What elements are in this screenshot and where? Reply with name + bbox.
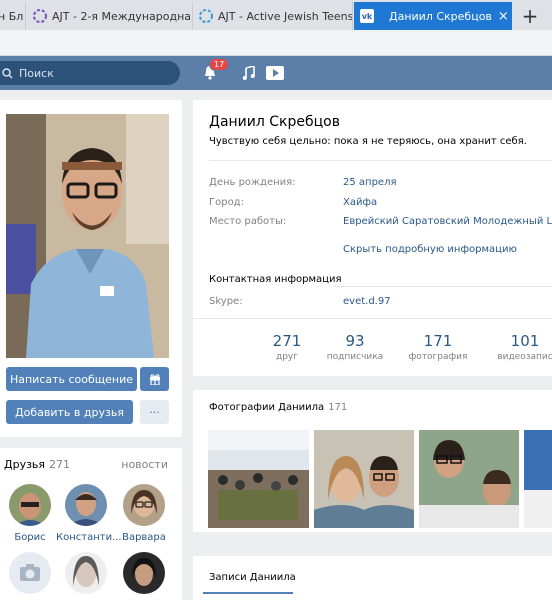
new-tab-button[interactable]: +	[512, 2, 548, 30]
skype-value[interactable]: evet.d.97	[343, 296, 391, 307]
contact-info-header: Контактная информация	[209, 274, 342, 285]
photos-block: Фотографии Даниила 171	[193, 390, 552, 532]
city-label: Город:	[209, 197, 244, 208]
friend-item[interactable]: Константи...	[56, 484, 122, 543]
stat-photos[interactable]: 171 фотография	[403, 332, 473, 362]
stat-friends[interactable]: 271 друг	[252, 332, 322, 362]
tab-close-icon[interactable]: ×	[492, 9, 509, 24]
more-actions-button[interactable]: ···	[140, 400, 169, 424]
avatar	[65, 484, 107, 526]
profile-status[interactable]: Чувствую себя цельно: пока я не теряюсь,…	[209, 136, 527, 147]
stat-followers[interactable]: 93 подписчика	[320, 332, 390, 362]
ajt-logo-icon	[199, 9, 213, 23]
workplace-label: Место работы:	[209, 216, 287, 227]
friend-item[interactable]	[114, 552, 174, 600]
camera-icon	[20, 564, 40, 581]
gift-button[interactable]	[140, 367, 169, 391]
avatar	[9, 484, 51, 526]
city-value[interactable]: Хайфа	[343, 197, 377, 208]
avatar	[65, 552, 107, 594]
address-bar[interactable]	[0, 30, 552, 56]
divider	[193, 318, 552, 319]
add-friend-button[interactable]: Добавить в друзья	[6, 400, 133, 424]
photo-thumbnail[interactable]	[419, 430, 519, 528]
profile-photo[interactable]	[6, 114, 169, 358]
tab-ajt-teens[interactable]: AJT - Active Jewish Teens ×	[193, 2, 353, 30]
friend-item[interactable]: Варвара	[114, 484, 174, 543]
video-play-icon[interactable]	[265, 63, 285, 83]
birthday-value[interactable]: 25 апреля	[343, 177, 396, 188]
profile-name: Даниил Скребцов	[209, 114, 340, 130]
active-tab-indicator	[203, 592, 293, 594]
hide-details-link[interactable]: Скрыть подробную информацию	[343, 244, 517, 255]
avatar	[123, 484, 165, 526]
skype-label: Skype:	[209, 296, 243, 307]
vk-logo-icon: vk	[360, 9, 374, 23]
friend-item[interactable]	[0, 552, 60, 600]
vk-header: Поиск 17	[0, 56, 552, 90]
tab-vk-profile[interactable]: vk Даниил Скребцов ×	[354, 2, 512, 30]
profile-info-card: Даниил Скребцов Чувствую себя цельно: по…	[193, 100, 552, 376]
photos-title[interactable]: Фотографии Даниила 171	[209, 402, 347, 413]
friends-news-link[interactable]: новости	[121, 458, 168, 471]
browser-tab-bar: н Бл AJT - 2-я Международная к × AJT - A…	[0, 0, 552, 30]
stat-videos[interactable]: 101 видеозапис	[490, 332, 552, 362]
friend-item[interactable]: Борис	[0, 484, 60, 543]
wall-block: Записи Даниила	[193, 556, 552, 600]
friend-item[interactable]	[56, 552, 116, 600]
photo-thumbnail[interactable]	[314, 430, 414, 528]
divider	[333, 286, 552, 287]
wall-tab[interactable]: Записи Даниила	[209, 572, 296, 583]
avatar	[9, 552, 51, 594]
notification-badge: 17	[209, 58, 230, 71]
birthday-label: День рождения:	[209, 177, 296, 188]
workplace-value[interactable]: Еврейский Саратовский Молодежный Len	[343, 216, 552, 227]
avatar	[123, 552, 165, 594]
friends-block: Друзья 271 новости Борис Константи... Вар…	[0, 448, 182, 600]
gift-icon	[149, 374, 160, 385]
friends-title[interactable]: Друзья 271	[4, 458, 70, 471]
tab-1[interactable]: н Бл	[0, 2, 26, 30]
tab-ajt-conference[interactable]: AJT - 2-я Международная к ×	[27, 2, 193, 30]
divider	[209, 160, 552, 161]
search-icon	[2, 67, 13, 79]
photo-thumbnail[interactable]	[208, 430, 309, 528]
ajt-logo-icon	[33, 9, 47, 23]
profile-avatar-card: Написать сообщение Добавить в друзья ···	[0, 100, 182, 437]
send-message-button[interactable]: Написать сообщение	[6, 367, 137, 391]
photo-thumbnail[interactable]	[524, 430, 552, 528]
search-input[interactable]: Поиск	[0, 61, 180, 85]
music-icon[interactable]	[239, 63, 259, 83]
